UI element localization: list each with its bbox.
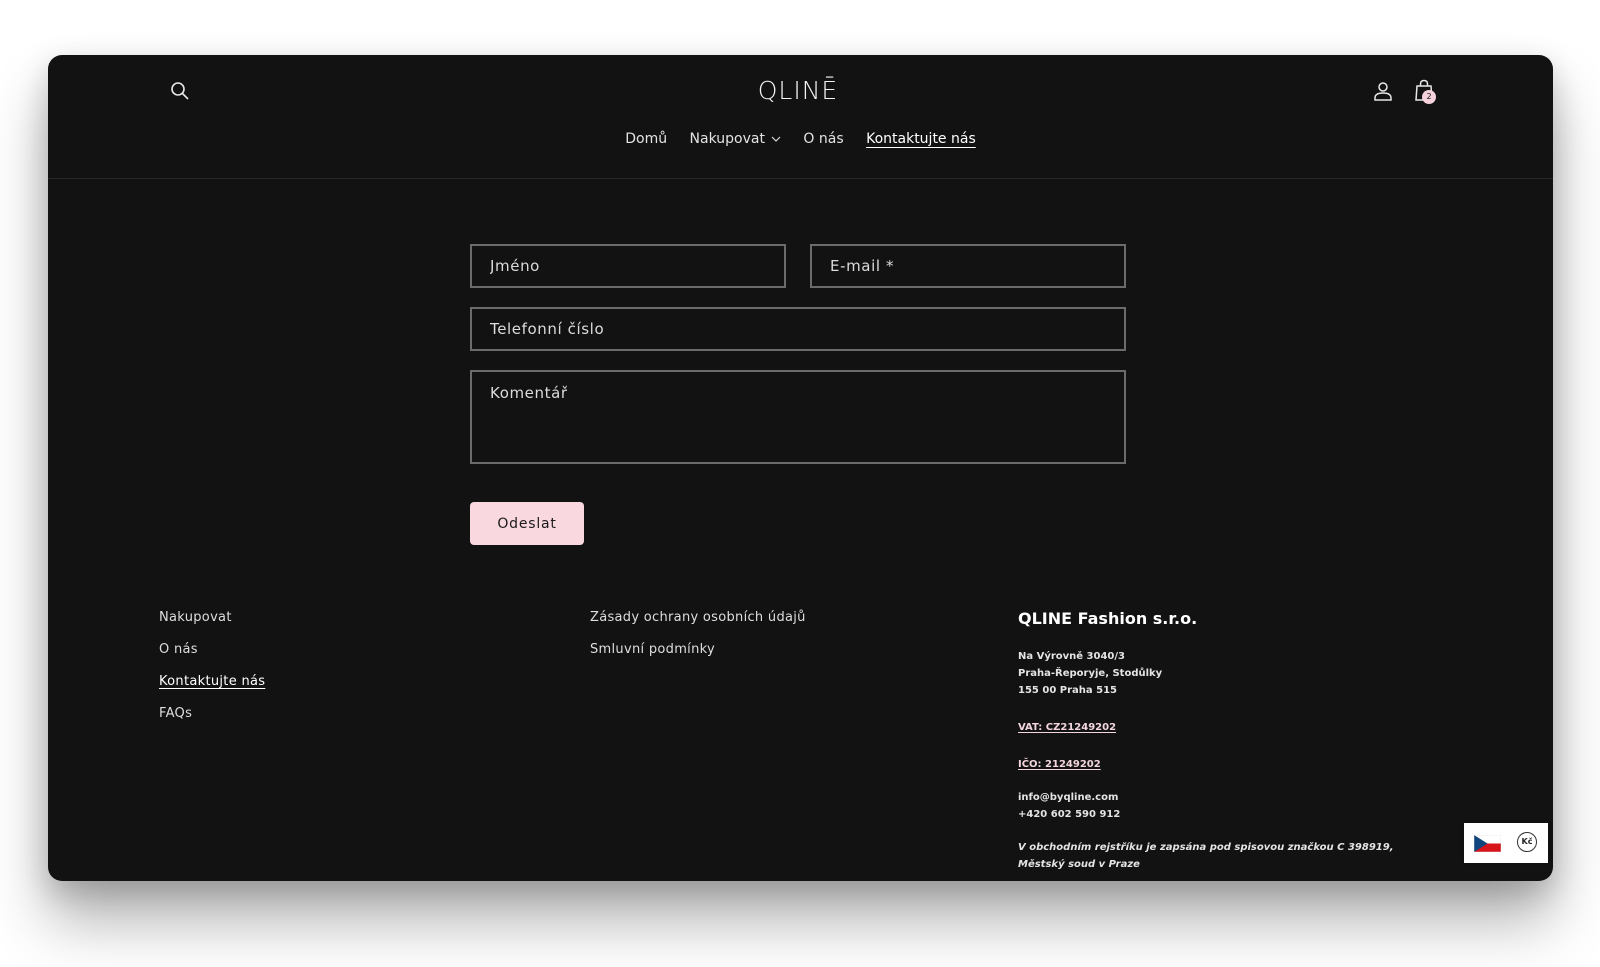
nav-item-label: Nakupovat — [689, 131, 765, 147]
nav-item-about[interactable]: O nás — [803, 131, 843, 147]
ico-link[interactable]: IČO: 21249202 — [1018, 756, 1101, 773]
currency-symbol: Kč — [1517, 832, 1537, 852]
site-header: QLINĒ 2 Domů Nakupovat O nás Kontaktujte… — [48, 55, 1553, 179]
phone-field[interactable] — [470, 307, 1126, 351]
submit-button[interactable]: Odeslat — [470, 502, 584, 545]
search-button[interactable] — [168, 79, 192, 103]
currency-switcher[interactable]: Kč — [1464, 823, 1548, 863]
czech-flag-icon — [1474, 835, 1501, 852]
address-line-3: 155 00 Praha 515 — [1018, 685, 1117, 696]
register-note-line-1: V obchodním rejstříku je zapsána pod spi… — [1018, 842, 1394, 853]
browser-window: QLINĒ 2 Domů Nakupovat O nás Kontaktujte… — [48, 55, 1553, 881]
footer-link-contact[interactable]: Kontaktujte nás — [159, 674, 265, 689]
comment-field[interactable] — [470, 370, 1126, 464]
account-button[interactable] — [1371, 79, 1395, 103]
search-icon — [171, 82, 189, 100]
account-icon — [1374, 82, 1392, 101]
register-note-line-2: Městský soud v Praze — [1018, 859, 1140, 870]
nav-item-home[interactable]: Domů — [625, 131, 667, 147]
chevron-down-icon — [771, 136, 781, 142]
footer-link-shop[interactable]: Nakupovat — [159, 610, 232, 625]
vat-link[interactable]: VAT: CZ21249202 — [1018, 719, 1116, 736]
site-logo[interactable]: QLINĒ — [752, 77, 844, 105]
footer-link-faqs[interactable]: FAQs — [159, 706, 192, 721]
footer-link-terms[interactable]: Smluvní podmínky — [590, 642, 715, 657]
company-name: QLINE Fashion s.r.o. — [1018, 609, 1198, 628]
nav-item-shop[interactable]: Nakupovat — [690, 131, 781, 147]
address-line-1: Na Výrovně 3040/3 — [1018, 651, 1126, 662]
company-phone[interactable]: +420 602 590 912 — [1018, 806, 1438, 823]
footer-link-about[interactable]: O nás — [159, 642, 198, 657]
address-line-2: Praha-Řeporyje, Stodůlky — [1018, 668, 1163, 679]
main-nav: Domů Nakupovat O nás Kontaktujte nás — [48, 131, 1553, 147]
email-field[interactable] — [810, 244, 1126, 288]
footer-link-privacy[interactable]: Zásady ochrany osobních údajů — [590, 610, 806, 625]
name-field[interactable] — [470, 244, 786, 288]
company-info: QLINE Fashion s.r.o. Na Výrovně 3040/3 P… — [1018, 609, 1438, 873]
cart-count-badge: 2 — [1422, 90, 1436, 104]
company-email[interactable]: info@byqline.com — [1018, 789, 1438, 806]
nav-item-contact[interactable]: Kontaktujte nás — [866, 131, 976, 147]
